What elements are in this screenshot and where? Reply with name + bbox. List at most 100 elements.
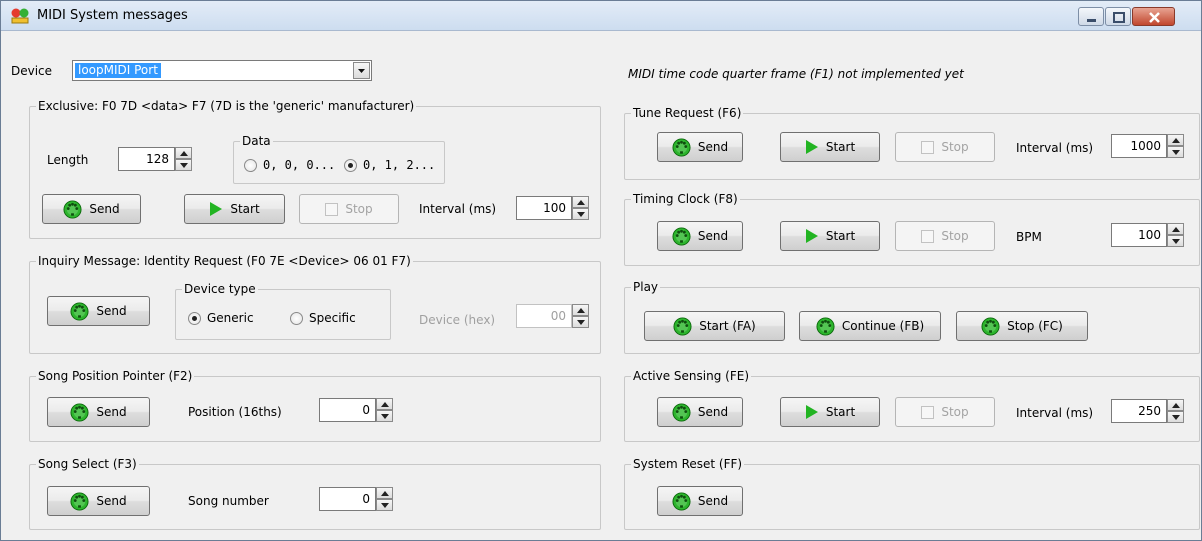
checkbox-icon (921, 229, 935, 243)
bpm-value[interactable]: 100 (1111, 223, 1167, 247)
play-continue-label: Continue (FB) (841, 319, 925, 333)
device-type-group-title: Device type (184, 282, 256, 296)
radio-icon (290, 311, 303, 325)
spin-down-button[interactable] (1167, 146, 1184, 158)
play-stop-button[interactable]: Stop (FC) (956, 311, 1088, 341)
spin-up-button[interactable] (1167, 223, 1184, 235)
active-sensing-stop-button[interactable]: Stop (895, 397, 995, 427)
spin-up-button[interactable] (376, 398, 393, 410)
spin-down-button[interactable] (175, 159, 192, 171)
device-type-specific-label: Specific (309, 311, 356, 325)
inquiry-group-title: Inquiry Message: Identity Request (F0 7E… (38, 254, 411, 268)
arrow-up-icon (381, 402, 389, 407)
play-start-button[interactable]: Start (FA) (644, 311, 785, 341)
tune-request-interval-stepper[interactable]: 1000 (1111, 134, 1184, 158)
midi-app-icon (11, 8, 29, 24)
bpm-stepper[interactable]: 100 (1111, 223, 1184, 247)
exclusive-send-button[interactable]: Send (42, 194, 141, 224)
device-type-generic-label: Generic (207, 311, 254, 325)
spin-up-button[interactable] (1167, 134, 1184, 146)
song-position-send-button[interactable]: Send (47, 397, 150, 427)
length-value[interactable]: 128 (118, 147, 175, 171)
arrow-up-icon (1172, 403, 1180, 408)
midi-din-icon (816, 317, 835, 336)
data-option-zeros[interactable]: 0, 0, 0... (244, 158, 335, 172)
device-type-specific[interactable]: Specific (290, 311, 356, 325)
arrow-down-icon (1172, 150, 1180, 155)
timing-clock-stop-button[interactable]: Stop (895, 221, 995, 251)
spin-down-button[interactable] (572, 208, 589, 220)
device-dropdown[interactable]: loopMIDI Port (72, 60, 372, 81)
exclusive-interval-stepper[interactable]: 100 (516, 196, 589, 220)
active-sensing-interval-stepper[interactable]: 250 (1111, 399, 1184, 423)
stop-label: Stop (941, 405, 969, 419)
minimize-icon (1087, 19, 1096, 22)
exclusive-interval-label: Interval (ms) (419, 202, 497, 216)
spin-up-button[interactable] (1167, 399, 1184, 411)
active-sensing-start-button[interactable]: Start (780, 397, 880, 427)
dropdown-button[interactable] (353, 62, 370, 79)
spin-up-button[interactable] (572, 304, 589, 316)
maximize-button[interactable] (1105, 7, 1131, 26)
title-bar[interactable]: MIDI System messages (1, 1, 1201, 31)
timing-clock-start-button[interactable]: Start (780, 221, 880, 251)
bpm-label: BPM (1016, 230, 1042, 244)
play-continue-button[interactable]: Continue (FB) (799, 311, 941, 341)
spin-down-button[interactable] (1167, 235, 1184, 247)
radio-selected-icon (188, 311, 201, 325)
tune-request-interval-value[interactable]: 1000 (1111, 134, 1167, 158)
device-type-generic[interactable]: Generic (188, 311, 254, 325)
inquiry-send-button[interactable]: Send (47, 296, 150, 326)
system-reset-send-button[interactable]: Send (657, 486, 743, 516)
start-label: Start (825, 140, 856, 154)
length-stepper[interactable]: 128 (118, 147, 192, 171)
spin-down-button[interactable] (376, 410, 393, 422)
spin-down-button[interactable] (376, 499, 393, 511)
active-sensing-interval-value[interactable]: 250 (1111, 399, 1167, 423)
active-sensing-send-button[interactable]: Send (657, 397, 743, 427)
stop-label: Stop (941, 229, 969, 243)
spin-up-button[interactable] (376, 487, 393, 499)
checkbox-icon (921, 140, 935, 154)
midi-din-icon (672, 227, 691, 246)
timing-clock-send-button[interactable]: Send (657, 221, 743, 251)
send-label: Send (697, 229, 729, 243)
device-selected-value: loopMIDI Port (75, 63, 161, 78)
data-option-sequence[interactable]: 0, 1, 2... (344, 158, 435, 172)
song-number-value[interactable]: 0 (319, 487, 376, 511)
chevron-down-icon (358, 69, 365, 73)
spin-down-button[interactable] (572, 316, 589, 328)
system-reset-group-title: System Reset (FF) (633, 457, 743, 471)
spin-down-button[interactable] (1167, 411, 1184, 423)
exclusive-stop-button[interactable]: Stop (299, 194, 399, 224)
play-icon (209, 202, 223, 216)
start-label: Start (825, 405, 856, 419)
tune-request-group-title: Tune Request (F6) (633, 106, 742, 120)
tune-request-stop-button[interactable]: Stop (895, 132, 995, 162)
midi-din-icon (672, 138, 691, 157)
song-select-send-button[interactable]: Send (47, 486, 150, 516)
spin-up-button[interactable] (572, 196, 589, 208)
arrow-down-icon (577, 320, 585, 325)
device-hex-label: Device (hex) (419, 313, 496, 327)
send-label: Send (96, 304, 127, 318)
position-stepper[interactable]: 0 (319, 398, 393, 422)
active-sensing-interval-label: Interval (ms) (1016, 406, 1094, 420)
close-button[interactable] (1132, 7, 1175, 26)
device-hex-stepper[interactable]: 00 (516, 304, 589, 328)
stop-label: Stop (941, 140, 969, 154)
send-label: Send (96, 494, 127, 508)
midi-din-icon (63, 200, 82, 219)
tune-request-send-button[interactable]: Send (657, 132, 743, 162)
exclusive-start-button[interactable]: Start (184, 194, 285, 224)
tune-request-start-button[interactable]: Start (780, 132, 880, 162)
exclusive-interval-value[interactable]: 100 (516, 196, 572, 220)
arrow-down-icon (1172, 415, 1180, 420)
spin-up-button[interactable] (175, 147, 192, 159)
position-value[interactable]: 0 (319, 398, 376, 422)
minimize-button[interactable] (1078, 7, 1104, 26)
device-hex-value[interactable]: 00 (516, 304, 572, 328)
play-icon (805, 229, 819, 243)
song-number-stepper[interactable]: 0 (319, 487, 393, 511)
arrow-up-icon (577, 200, 585, 205)
